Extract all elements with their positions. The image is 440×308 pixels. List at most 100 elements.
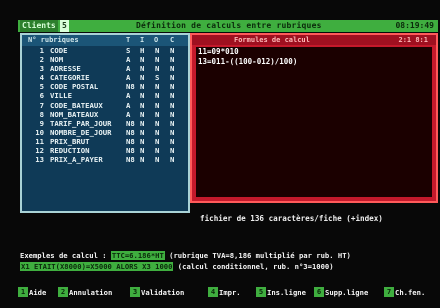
row-col-i: N [140, 118, 145, 128]
rubrique-row[interactable]: 12 REDUCTION N8 N N N [22, 146, 188, 155]
row-col-t: N8 [126, 82, 135, 92]
row-col-t: N8 [126, 136, 135, 146]
row-col-c: N [170, 136, 175, 146]
row-col-i: N [140, 64, 145, 74]
row-col-t: A [126, 55, 131, 65]
row-col-o: N [155, 127, 160, 137]
row-col-c: N [170, 118, 175, 128]
rubrique-row[interactable]: 2 NOM A N N N [22, 55, 188, 64]
row-number: 3 [39, 64, 44, 74]
title-bar: Clients 5 Définition de calculs entre ru… [18, 20, 438, 32]
row-col-o: N [155, 100, 160, 110]
row-name: NOM_BATEAUX [50, 109, 99, 119]
fkey-impr[interactable]: 4 Impr. [208, 287, 241, 299]
fiche-info: fichier de 136 caractères/fiche (+index) [200, 214, 383, 223]
fkey-label: Annulation [69, 288, 113, 297]
rubrique-row[interactable]: 3 ADRESSE A N N N [22, 64, 188, 73]
row-name: CATEGORIE [50, 73, 90, 83]
row-col-o: N [155, 55, 160, 65]
fkey-label: Supp.ligne [325, 288, 369, 297]
row-col-t: N8 [126, 155, 135, 165]
fkey-label: Ins.ligne [267, 288, 306, 297]
row-number: 13 [35, 155, 44, 165]
row-col-i: N [140, 73, 145, 83]
formules-panel: Formules de calcul 2:1 8:1 11=09*010 13=… [190, 33, 438, 203]
rubrique-row[interactable]: 5 CODE POSTAL N8 N N N [22, 82, 188, 91]
row-col-c: N [170, 127, 175, 137]
row-col-o: N [155, 118, 160, 128]
row-col-t: N8 [126, 146, 135, 156]
row-number: 12 [35, 146, 44, 156]
row-number: 6 [39, 91, 44, 101]
example-2-formula: X1 ETAIT(X8000)=X5000 ALORS X3 1000 [20, 262, 174, 271]
rubriques-panel: N° rubriques T I O C 1 CODE S H N N 2 NO… [20, 33, 190, 213]
row-col-o: N [155, 82, 160, 92]
examples-label: Exemples de calcul : [20, 251, 107, 260]
formules-editor[interactable]: 11=09*010 13=011-((100-012)/100) [196, 47, 432, 197]
row-col-o: N [155, 136, 160, 146]
row-col-c: N [170, 46, 175, 55]
app-tab[interactable]: Clients [20, 20, 58, 32]
rubrique-row[interactable]: 8 NOM_BATEAUX A N N N [22, 110, 188, 119]
screen-title: Définition de calculs entre rubriques [136, 21, 322, 30]
row-name: TARIF_PAR_JOUR [50, 118, 112, 128]
row-col-i: N [140, 91, 145, 101]
fkey-validation[interactable]: 3 Validation [130, 287, 184, 299]
examples-line-2: X1 ETAIT(X8000)=X5000 ALORS X3 1000 (cal… [20, 262, 334, 271]
row-col-t: A [126, 73, 131, 83]
fkey-ch-fen[interactable]: 7 Ch.fen. [384, 287, 425, 299]
row-col-o: S [155, 73, 160, 83]
row-number: 11 [35, 136, 44, 146]
row-name: CODE [50, 46, 68, 55]
row-col-i: N [140, 136, 145, 146]
formula-line[interactable]: 11=09*010 [196, 47, 432, 57]
rubrique-row[interactable]: 1 CODE S H N N [22, 46, 188, 55]
row-col-c: N [170, 55, 175, 65]
rubrique-row[interactable]: 7 CODE_BATEAUX A N N N [22, 101, 188, 110]
formula-line[interactable]: 13=011-((100-012)/100) [196, 57, 432, 67]
rubrique-row[interactable]: 11 PRIX_BRUT N8 N N N [22, 137, 188, 146]
function-key-bar: 1 Aide 2 Annulation 3 Validation 4 Impr. 5 In… [18, 287, 438, 299]
row-col-i: N [140, 155, 145, 165]
formules-header: Formules de calcul 2:1 8:1 [192, 35, 436, 45]
clock: 08:19:49 [395, 21, 434, 30]
fkey-label: Impr. [219, 288, 241, 297]
row-col-i: N [140, 146, 145, 156]
example-1-description: (rubrique TVA=8,186 multiplié par rub. H… [169, 251, 351, 260]
row-col-t: N8 [126, 118, 135, 128]
header-o: O [154, 36, 159, 44]
fkey-number: 4 [208, 287, 218, 297]
row-col-o: N [155, 91, 160, 101]
rubrique-row[interactable]: 9 TARIF_PAR_JOUR N8 N N N [22, 119, 188, 128]
fkey-ins-ligne[interactable]: 5 Ins.ligne [256, 287, 306, 299]
row-col-i: N [140, 109, 145, 119]
examples-line-1: Exemples de calcul : TTC=6.186*HT (rubri… [20, 251, 351, 260]
rubrique-row[interactable]: 13 PRIX_A_PAYER N8 N N N [22, 155, 188, 164]
row-col-c: N [170, 109, 175, 119]
rubrique-row[interactable]: 4 CATEGORIE A N S N [22, 73, 188, 82]
row-col-c: N [170, 100, 175, 110]
header-c: C [170, 36, 175, 44]
row-name: NOM [50, 55, 64, 65]
row-col-t: S [126, 46, 131, 55]
fkey-supp-ligne[interactable]: 6 Supp.ligne [314, 287, 368, 299]
row-col-o: N [155, 155, 160, 165]
row-number: 1 [39, 46, 44, 55]
rubrique-row[interactable]: 6 VILLE A N N N [22, 91, 188, 100]
row-col-c: N [170, 155, 175, 165]
fkey-aide[interactable]: 1 Aide [18, 287, 46, 299]
fkey-annulation[interactable]: 2 Annulation [58, 287, 112, 299]
row-col-c: N [170, 64, 175, 74]
row-col-c: N [170, 73, 175, 83]
fkey-number: 7 [384, 287, 394, 297]
app-tab-suffix: 5 [60, 20, 69, 32]
row-col-t: N8 [126, 127, 135, 137]
fkey-label: Aide [29, 288, 47, 297]
row-col-i: N [140, 82, 145, 92]
row-col-i: N [140, 55, 145, 65]
row-col-c: N [170, 82, 175, 92]
row-number: 10 [35, 127, 44, 137]
row-col-t: A [126, 91, 131, 101]
rubrique-row[interactable]: 10 NOMBRE_DE_JOUR N8 N N N [22, 128, 188, 137]
fkey-number: 1 [18, 287, 28, 297]
